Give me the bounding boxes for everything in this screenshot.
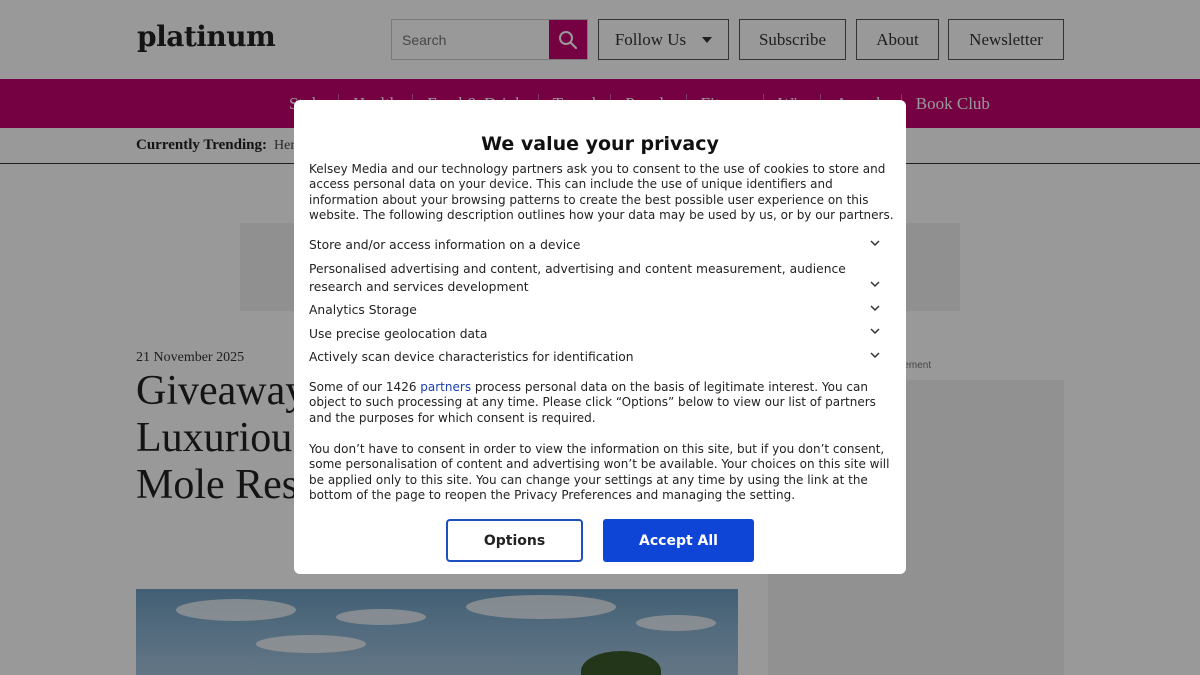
accept-all-button[interactable]: Accept All — [603, 519, 754, 562]
options-button[interactable]: Options — [446, 519, 583, 562]
chevron-down-icon[interactable] — [869, 325, 881, 337]
purpose-item[interactable]: Analytics Storage — [309, 302, 869, 320]
chevron-down-icon[interactable] — [869, 237, 881, 249]
purpose-item[interactable]: Store and/or access information on a dev… — [309, 237, 869, 255]
dialog-title: We value your privacy — [481, 133, 719, 155]
dialog-intro: Kelsey Media and our technology partners… — [309, 162, 894, 222]
legitimate-interest-text: Some of our 1426 partners process person… — [309, 380, 876, 425]
chevron-down-icon[interactable] — [869, 278, 881, 290]
purpose-item[interactable]: Use precise geolocation data — [309, 326, 869, 344]
partners-link[interactable]: partners — [420, 380, 471, 394]
chevron-down-icon[interactable] — [869, 302, 881, 314]
privacy-consent-dialog: We value your privacy Kelsey Media and o… — [294, 100, 906, 574]
purpose-item[interactable]: Personalised advertising and content, ad… — [309, 261, 869, 296]
chevron-down-icon[interactable] — [869, 349, 881, 361]
no-consent-text: You don’t have to consent in order to vi… — [309, 442, 890, 502]
purpose-item[interactable]: Actively scan device characteristics for… — [309, 349, 869, 367]
